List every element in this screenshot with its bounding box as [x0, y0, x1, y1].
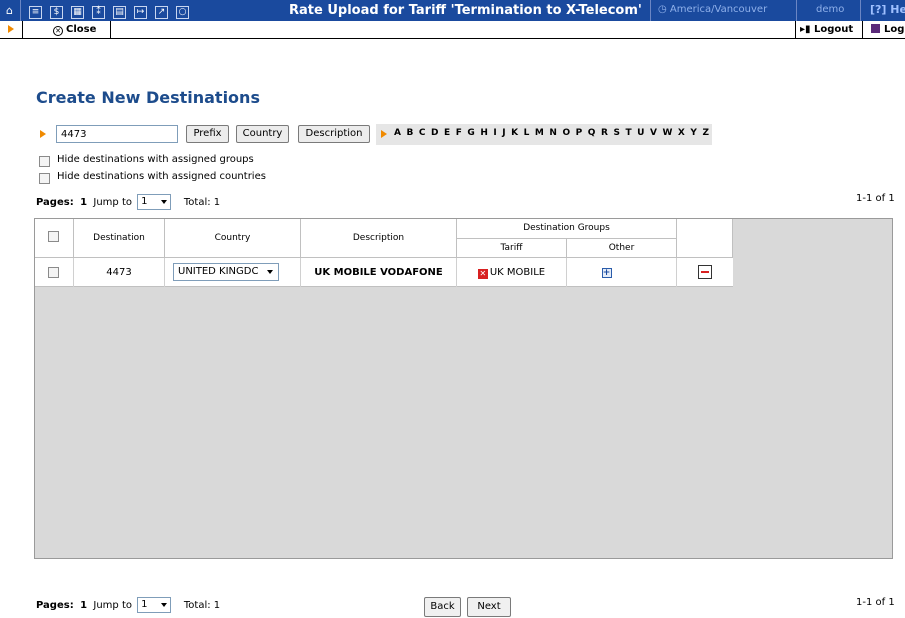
chevron-down-icon	[161, 603, 168, 607]
chevron-down-icon	[267, 270, 273, 274]
total-label: Total: 1	[183, 197, 221, 208]
jump-to-select[interactable]: 1	[137, 597, 172, 613]
toolbar-separator	[860, 0, 861, 21]
arrow-icon	[40, 130, 46, 138]
description-header-label: Description	[352, 233, 405, 243]
description-header[interactable]: Description	[301, 219, 457, 258]
chevron-down-icon	[161, 200, 168, 204]
pages-label: Pages:	[36, 600, 74, 611]
log-label: Log	[884, 24, 905, 35]
other-group-cell: +	[567, 258, 677, 287]
remove-group-icon[interactable]: ✕	[477, 269, 488, 279]
list-icon[interactable]: ≡	[28, 3, 43, 19]
close-icon: ✕	[53, 26, 63, 36]
search-icon[interactable]: ○	[175, 3, 190, 19]
select-all-checkbox[interactable]	[48, 231, 59, 242]
grid-icon[interactable]: ▦	[70, 3, 85, 19]
back-button[interactable]: Back	[424, 597, 461, 617]
timezone-link[interactable]: ◷ America/Vancouver	[658, 4, 767, 15]
groups-header: Destination Groups	[457, 219, 677, 239]
page-title: Create New Destinations	[36, 88, 260, 107]
range-label: 1-1 of 1	[856, 597, 895, 608]
hide-groups-label: Hide destinations with assigned groups	[57, 154, 254, 165]
pages-label: Pages:	[36, 197, 74, 208]
select-all-header	[35, 219, 74, 258]
pagination-top: Pages: 1 Jump to 1 Total: 1	[36, 194, 220, 210]
description-button[interactable]: Description	[298, 125, 370, 143]
arrow-icon	[381, 130, 387, 138]
table-row: 4473 UNITED KINGDC UK MOBILE VODAFONE ✕ U…	[35, 258, 733, 287]
bar-separator	[795, 21, 796, 39]
jump-label: Jump to	[93, 600, 132, 611]
toolbar-separator	[650, 0, 651, 21]
import-icon[interactable]: ↦	[133, 3, 148, 19]
country-cell: UNITED KINGDC	[165, 258, 301, 287]
groups-header-label: Destination Groups	[523, 223, 610, 233]
range-label: 1-1 of 1	[856, 193, 895, 204]
dollar-icon[interactable]: $	[49, 3, 64, 19]
jump-to-select[interactable]: 1	[137, 194, 172, 210]
chart-icon[interactable]: ↗	[154, 3, 169, 19]
description-cell: UK MOBILE VODAFONE	[301, 258, 457, 287]
page-window-title: Rate Upload for Tariff 'Termination to X…	[289, 3, 642, 18]
help-link[interactable]: [?] Hel	[870, 3, 905, 16]
person-icon[interactable]: ⁑	[91, 3, 106, 19]
toolbar-separator	[20, 0, 21, 21]
actions-cell	[677, 258, 733, 287]
pagination-bottom: Pages: 1 Jump to 1 Total: 1	[36, 597, 220, 613]
jump-value: 1	[141, 196, 148, 207]
row-checkbox[interactable]	[48, 267, 59, 278]
search-input[interactable]	[56, 125, 178, 143]
jump-value: 1	[141, 599, 148, 610]
help-label: Hel	[890, 3, 905, 16]
total-label: Total: 1	[183, 600, 221, 611]
action-bar: ✕ Close ▸▮ Logout Log	[0, 21, 905, 39]
country-button[interactable]: Country	[236, 125, 289, 143]
delete-row-icon[interactable]	[698, 265, 712, 279]
hide-groups-checkbox[interactable]	[39, 156, 50, 167]
tariff-group-cell: ✕ UK MOBILE	[457, 258, 567, 287]
current-page[interactable]: 1	[80, 197, 87, 208]
user-name[interactable]: demo	[816, 4, 844, 15]
timezone-label: America/Vancouver	[669, 4, 768, 15]
row-select-cell	[35, 258, 74, 287]
alphabet-letters[interactable]: A B C D E F G H I J K L M N O P Q R S T …	[394, 128, 710, 138]
actions-header	[677, 219, 733, 258]
bar-separator	[22, 21, 23, 39]
toolbar-separator	[796, 0, 797, 21]
close-button[interactable]: ✕ Close	[53, 24, 96, 36]
tariff-header: Tariff	[457, 239, 567, 258]
current-page[interactable]: 1	[80, 600, 87, 611]
tariff-group-label: UK MOBILE	[489, 267, 546, 278]
destination-header[interactable]: Destination	[74, 219, 165, 258]
country-header-label: Country	[214, 233, 251, 243]
bar-separator	[110, 21, 111, 39]
country-select[interactable]: UNITED KINGDC	[173, 263, 279, 281]
next-button[interactable]: Next	[467, 597, 511, 617]
logout-label: Logout	[814, 24, 854, 35]
top-toolbar: ⌂ ≡ $ ▦ ⁑ ▤ ↦ ↗ ○ Rate Upload for Tariff…	[0, 0, 905, 21]
other-header-label: Other	[608, 243, 635, 253]
arrow-icon	[8, 25, 14, 33]
country-value: UNITED KINGDC	[178, 266, 259, 277]
jump-label: Jump to	[93, 197, 132, 208]
tariff-header-label: Tariff	[500, 243, 523, 253]
hide-countries-checkbox[interactable]	[39, 173, 50, 184]
hide-countries-label: Hide destinations with assigned countrie…	[57, 171, 266, 182]
country-header[interactable]: Country	[165, 219, 301, 258]
prefix-button[interactable]: Prefix	[186, 125, 229, 143]
logout-button[interactable]: ▸▮ Logout	[800, 24, 853, 35]
bar-separator	[862, 21, 863, 39]
log-button[interactable]: Log	[871, 24, 904, 35]
other-header: Other	[567, 239, 677, 258]
tariff-icon[interactable]: ▤	[112, 3, 127, 19]
destination-cell: 4473	[74, 258, 165, 287]
log-icon	[871, 24, 880, 33]
add-group-icon[interactable]: +	[601, 268, 612, 278]
destination-header-label: Destination	[93, 233, 145, 243]
close-label: Close	[66, 24, 97, 35]
home-icon[interactable]: ⌂	[2, 3, 17, 18]
